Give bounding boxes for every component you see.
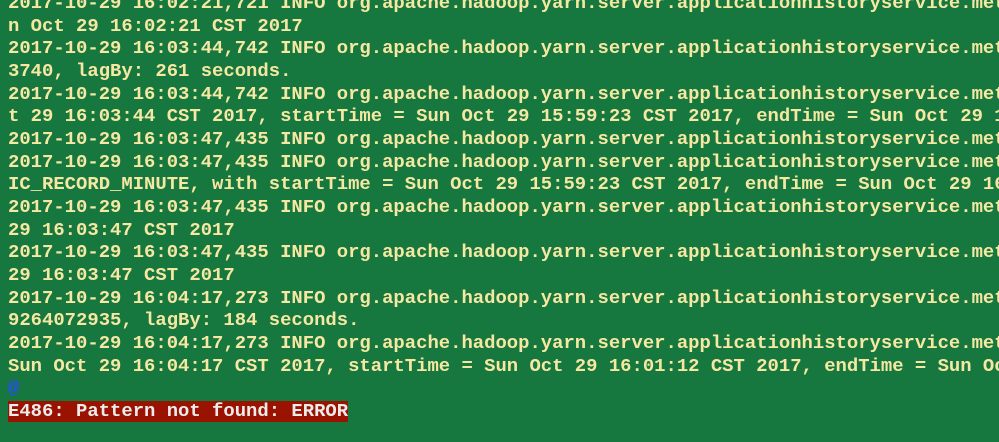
error-message: E486: Pattern not found: ERROR (8, 399, 349, 422)
log-line: 2017-10-29 16:03:44,742 INFO org.apache.… (8, 37, 999, 60)
log-line: IC_RECORD_MINUTE, with startTime = Sun O… (8, 173, 999, 196)
log-line: 2017-10-29 16:03:47,435 INFO org.apache.… (8, 150, 999, 173)
log-line: 3740, lagBy: 261 seconds. (8, 59, 292, 82)
log-line: 2017-10-29 16:02:21,721 INFO org.apache.… (8, 0, 999, 14)
log-line: t 29 16:03:44 CST 2017, startTime = Sun … (8, 105, 999, 128)
status-line: E486: Pattern not found: ERROR (8, 400, 999, 423)
log-line: 2017-10-29 16:03:44,742 INFO org.apache.… (8, 82, 999, 105)
log-line: Sun Oct 29 16:04:17 CST 2017, startTime … (8, 354, 999, 377)
log-line: 9264072935, lagBy: 184 seconds. (8, 309, 360, 332)
log-lines: 2017-10-29 16:02:21,721 INFO org.apache.… (8, 0, 999, 377)
log-line: 2017-10-29 16:03:47,435 INFO org.apache.… (8, 127, 999, 150)
continuation-marker: @ (8, 377, 20, 400)
log-line: 29 16:03:47 CST 2017 (8, 263, 235, 286)
terminal-output: 2017-10-29 16:02:21,721 INFO org.apache.… (8, 0, 999, 422)
log-line: n Oct 29 16:02:21 CST 2017 (8, 14, 303, 37)
log-line: 2017-10-29 16:03:47,435 INFO org.apache.… (8, 241, 999, 264)
log-line: 29 16:03:47 CST 2017 (8, 218, 235, 241)
log-line: 2017-10-29 16:03:47,435 INFO org.apache.… (8, 195, 999, 218)
log-line: 2017-10-29 16:04:17,273 INFO org.apache.… (8, 331, 999, 354)
log-line: 2017-10-29 16:04:17,273 INFO org.apache.… (8, 286, 999, 309)
